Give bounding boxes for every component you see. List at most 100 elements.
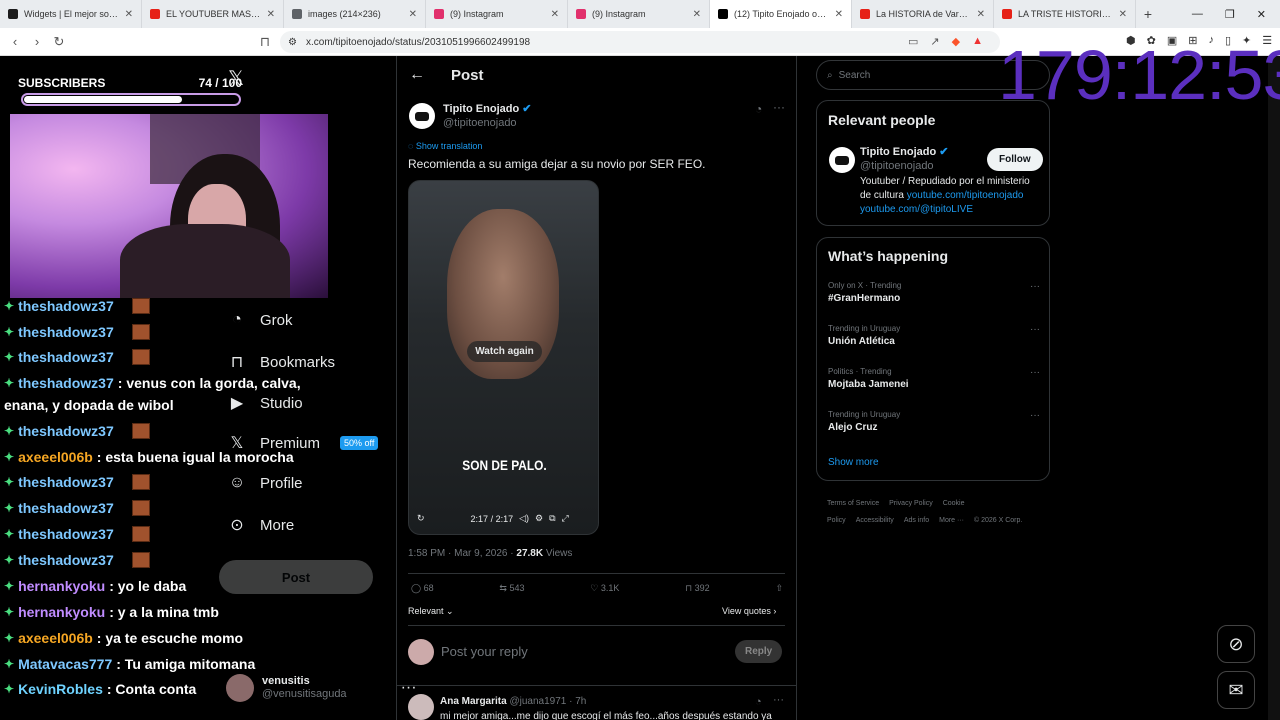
chat-username[interactable]: theshadowz37	[18, 423, 114, 439]
chat-username[interactable]: Matavacas777	[18, 656, 112, 672]
close-tab-icon[interactable]: ✕	[125, 9, 133, 20]
bookmark-page-icon[interactable]: ⊓	[254, 34, 276, 50]
new-tab-button[interactable]: +	[1136, 6, 1160, 22]
more-dots-icon[interactable]: ···	[773, 100, 785, 114]
close-window-icon[interactable]: ✕	[1257, 8, 1266, 21]
close-tab-icon[interactable]: ✕	[267, 9, 275, 20]
grok-icon[interactable]: ◔	[755, 696, 762, 708]
fullscreen-icon[interactable]: ⤢	[562, 513, 569, 524]
chat-username[interactable]: theshadowz37	[18, 474, 114, 490]
chat-username[interactable]: hernankyoku	[18, 604, 105, 620]
watch-again-button[interactable]: Watch again	[409, 341, 598, 362]
chat-username[interactable]: theshadowz37	[18, 349, 114, 365]
chat-username[interactable]: theshadowz37	[18, 500, 114, 516]
grok-icon[interactable]: ◔	[755, 102, 762, 116]
close-tab-icon[interactable]: ✕	[409, 9, 417, 20]
more-dots-icon[interactable]: ···	[1030, 324, 1040, 335]
minimize-icon[interactable]: —	[1192, 8, 1203, 21]
reply-text: mi mejor amiga...me dijo que escogí el m…	[440, 711, 772, 720]
trend-name: Mojtaba Jamenei	[828, 379, 909, 390]
chat-username[interactable]: theshadowz37	[18, 298, 114, 314]
footer-link[interactable]: Privacy Policy	[889, 500, 933, 507]
reload-icon[interactable]: ↻	[48, 34, 70, 50]
close-tab-icon[interactable]: ✕	[693, 9, 701, 20]
post-header: ← Post	[409, 66, 484, 84]
trend-item[interactable]: Trending in Uruguay Unión Atlética ···	[828, 324, 1040, 347]
trend-item[interactable]: Trending in Uruguay Alejo Cruz ···	[828, 410, 1040, 433]
footer-link[interactable]: Terms of Service	[827, 500, 879, 507]
browser-tab[interactable]: LA TRISTE HISTORIA DE VARDO ✕	[994, 0, 1136, 28]
browser-tab[interactable]: La HISTORIA de Vardoc se esta ✕	[852, 0, 994, 28]
footer-link[interactable]: More ···	[939, 517, 964, 524]
url-field[interactable]: ⚙ x.com/tipitoenojado/status/20310519966…	[280, 31, 1000, 53]
forward-icon[interactable]: ›	[26, 34, 48, 49]
video-player[interactable]: Watch again SON DE PALO. ↻ 2:17 / 2:17 ◁…	[408, 180, 599, 535]
chat-message: ✦ hernankyoku : y a la mina tmb	[4, 604, 219, 620]
share-icon[interactable]: ↗	[930, 35, 939, 48]
volume-icon[interactable]: ◁)	[519, 513, 529, 524]
x-logo-icon[interactable]: 𝕏	[228, 66, 244, 91]
pip-icon[interactable]: ⧉	[549, 513, 555, 524]
show-translation-link[interactable]: ◌ Show translation	[408, 141, 482, 151]
repost-action[interactable]: ⇆ 543	[499, 583, 524, 594]
back-icon[interactable]: ‹	[4, 34, 26, 49]
post-author[interactable]: Tipito Enojado ✔ @tipitoenojado	[409, 102, 531, 130]
browser-tab[interactable]: (12) Tipito Enojado on X: " ✕	[710, 0, 852, 28]
rewards-icon[interactable]: ▲	[972, 35, 983, 48]
close-tab-icon[interactable]: ✕	[1119, 9, 1127, 20]
chat-username[interactable]: theshadowz37	[18, 324, 114, 340]
chat-username[interactable]: axeeel006b	[18, 630, 93, 646]
follow-button[interactable]: Follow	[987, 148, 1043, 171]
scrollbar[interactable]	[1268, 56, 1280, 720]
more-dots-icon[interactable]: ···	[1030, 281, 1040, 292]
person-handle: @tipitoenojado	[860, 160, 934, 172]
more-dots-icon[interactable]: ···	[1030, 367, 1040, 378]
chat-username[interactable]: hernankyoku	[18, 578, 105, 594]
show-more-link[interactable]: Show more	[828, 457, 879, 468]
reply-button[interactable]: Reply	[735, 640, 783, 663]
chat-username[interactable]: theshadowz37	[18, 526, 114, 542]
settings-icon[interactable]: ⚙	[535, 513, 543, 524]
person-name[interactable]: Tipito Enojado	[860, 146, 936, 158]
emote-icon	[131, 526, 150, 542]
reply-count: 68	[423, 583, 434, 593]
back-arrow-icon[interactable]: ←	[409, 66, 425, 84]
chat-username[interactable]: theshadowz37	[18, 552, 114, 568]
view-quotes-link[interactable]: View quotes ›	[722, 606, 776, 616]
trend-item[interactable]: Politics · Trending Mojtaba Jamenei ···	[828, 367, 1040, 390]
footer-link[interactable]: Accessibility	[856, 517, 894, 524]
bio-link[interactable]: youtube.com/@tipitoLIVE	[860, 204, 973, 215]
more-dots-icon[interactable]: ···	[773, 694, 784, 706]
bio-link[interactable]: youtube.com/tipitoenojado	[907, 190, 1024, 201]
relevant-people-card: Relevant people Tipito Enojado ✔ @tipito…	[816, 100, 1050, 226]
more-dots-icon[interactable]: ···	[1030, 410, 1040, 421]
browser-tab[interactable]: (9) Instagram ✕	[426, 0, 568, 28]
author-handle: @tipitoenojado	[443, 117, 517, 129]
share-icon[interactable]: ⇧	[775, 583, 783, 594]
brave-shield-icon[interactable]: ◆	[952, 35, 960, 48]
trend-item[interactable]: Only on X · Trending #GranHermano ···	[828, 281, 1040, 304]
browser-tab[interactable]: images (214×236) ✕	[284, 0, 426, 28]
reply-input[interactable]: Post your reply	[441, 644, 528, 659]
browser-tab[interactable]: EL YOUTUBER MAS EGOCENTRIC ✕	[142, 0, 284, 28]
cast-icon[interactable]: ▭	[908, 35, 918, 48]
footer-link[interactable]: © 2026 X Corp.	[974, 517, 1022, 524]
bookmark-action[interactable]: ⊓ 392	[685, 583, 710, 594]
sort-dropdown[interactable]: Relevant ⌄	[408, 606, 454, 617]
reply-action[interactable]: ◯ 68	[411, 583, 434, 594]
replay-icon[interactable]: ↻	[417, 513, 425, 524]
close-tab-icon[interactable]: ✕	[551, 9, 559, 20]
restore-icon[interactable]: ❐	[1225, 8, 1235, 21]
like-action[interactable]: ♡ 3.1K	[590, 583, 619, 594]
site-info-icon[interactable]: ⚙	[288, 37, 297, 48]
chat-username[interactable]: theshadowz37	[18, 375, 114, 391]
close-tab-icon[interactable]: ✕	[835, 9, 843, 20]
messages-fab[interactable]: ✉	[1217, 671, 1255, 709]
close-tab-icon[interactable]: ✕	[977, 9, 985, 20]
browser-tab[interactable]: (9) Instagram ✕	[568, 0, 710, 28]
chat-username[interactable]: axeeel006b	[18, 449, 93, 465]
browser-tab[interactable]: Widgets | El mejor software para ✕	[0, 0, 142, 28]
chat-username[interactable]: KevinRobles	[18, 681, 103, 697]
footer-link[interactable]: Ads info	[904, 517, 929, 524]
grok-fab[interactable]: ⊘	[1217, 625, 1255, 663]
